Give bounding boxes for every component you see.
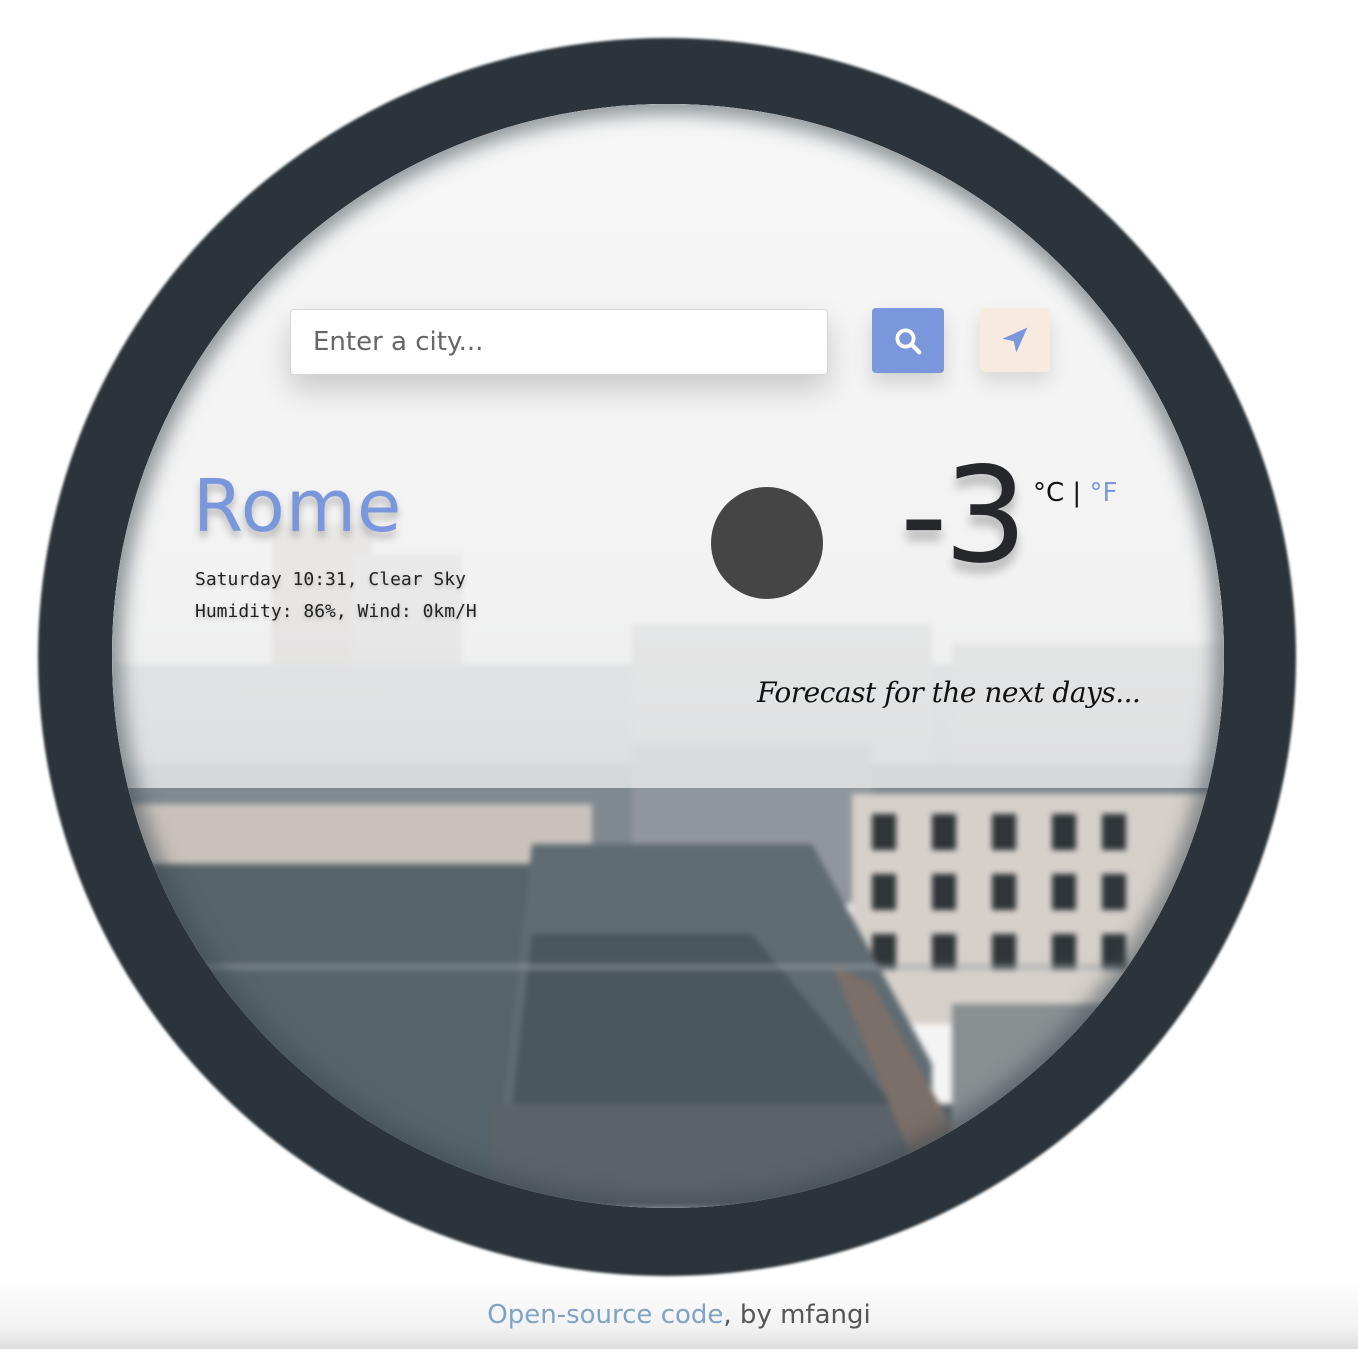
forecast-heading: Forecast for the next days... xyxy=(757,676,1141,709)
unit-separator: | xyxy=(1072,478,1082,508)
current-location-button[interactable] xyxy=(980,308,1050,372)
fahrenheit-link[interactable]: °F xyxy=(1089,478,1117,508)
search-button[interactable] xyxy=(872,308,944,373)
clear-sky-icon xyxy=(711,487,823,599)
footer-author: , by mfangi xyxy=(723,1300,871,1330)
temperature-value: -3 xyxy=(900,439,1028,593)
temperature-units: °C | °F xyxy=(1033,478,1117,508)
background-photo xyxy=(112,104,1224,1208)
search-icon xyxy=(895,328,922,354)
weather-description: Saturday 10:31, Clear Sky xyxy=(195,569,466,590)
weather-details: Humidity: 86%, Wind: 0km/H xyxy=(195,601,477,622)
footer: Open-source code, by mfangi xyxy=(0,1300,1358,1330)
celsius-link[interactable]: °C xyxy=(1033,478,1064,508)
city-search-input[interactable] xyxy=(290,309,828,375)
location-arrow-icon xyxy=(1002,327,1028,353)
open-source-code-link[interactable]: Open-source code xyxy=(487,1300,723,1330)
city-name: Rome xyxy=(193,464,403,548)
